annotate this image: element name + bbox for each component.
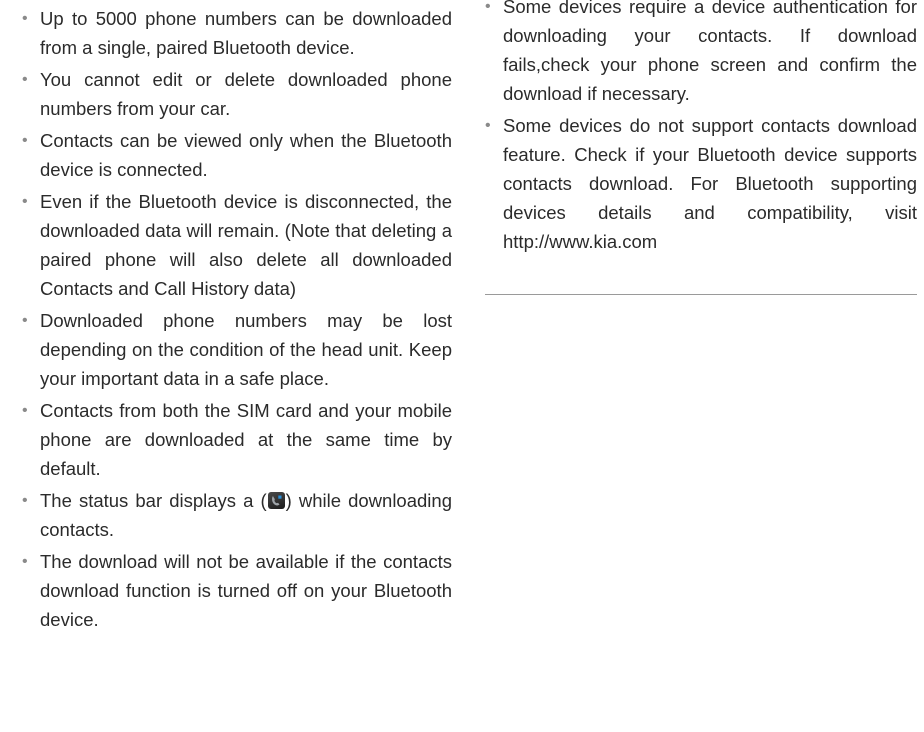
list-item: • Some devices require a device authenti… [485,0,917,108]
note-text: Contacts from both the SIM card and your… [40,400,452,479]
note-text: Some devices require a device authentica… [503,0,917,104]
note-text: The download will not be available if th… [40,551,452,630]
bullet: • [485,117,491,134]
list-item: • Contacts from both the SIM card and yo… [22,396,452,483]
bullet: • [22,193,28,210]
bullet: • [22,132,28,149]
left-notes-list: • Up to 5000 phone numbers can be downlo… [22,4,452,634]
list-item: • Even if the Bluetooth device is discon… [22,187,452,303]
bullet: • [485,0,491,15]
note-text: Even if the Bluetooth device is disconne… [40,191,452,299]
right-notes-list: • Some devices require a device authenti… [485,0,917,256]
note-text: Contacts can be viewed only when the Blu… [40,130,452,180]
note-text: Some devices do not support contacts dow… [503,115,917,252]
bullet: • [22,312,28,329]
bullet: • [22,10,28,27]
note-text: You cannot edit or delete downloaded pho… [40,69,452,119]
list-item: • Up to 5000 phone numbers can be downlo… [22,4,452,62]
section-divider [485,294,917,295]
bullet: • [22,402,28,419]
list-item: • Contacts can be viewed only when the B… [22,126,452,184]
list-item: • The status bar displays a () while dow… [22,486,452,544]
right-notes-column: • Some devices require a device authenti… [485,0,917,259]
contacts-download-icon [267,492,285,509]
list-item: • Some devices do not support contacts d… [485,111,917,256]
note-text: Downloaded phone numbers may be lost dep… [40,310,452,389]
note-text: Up to 5000 phone numbers can be download… [40,8,452,58]
list-item: • You cannot edit or delete downloaded p… [22,65,452,123]
list-item: • The download will not be available if … [22,547,452,634]
note-text-before-icon: The status bar displays a ( [40,490,267,511]
bullet: • [22,553,28,570]
left-notes-column: • Up to 5000 phone numbers can be downlo… [22,4,452,637]
list-item: • Downloaded phone numbers may be lost d… [22,306,452,393]
bullet: • [22,492,28,509]
bullet: • [22,71,28,88]
